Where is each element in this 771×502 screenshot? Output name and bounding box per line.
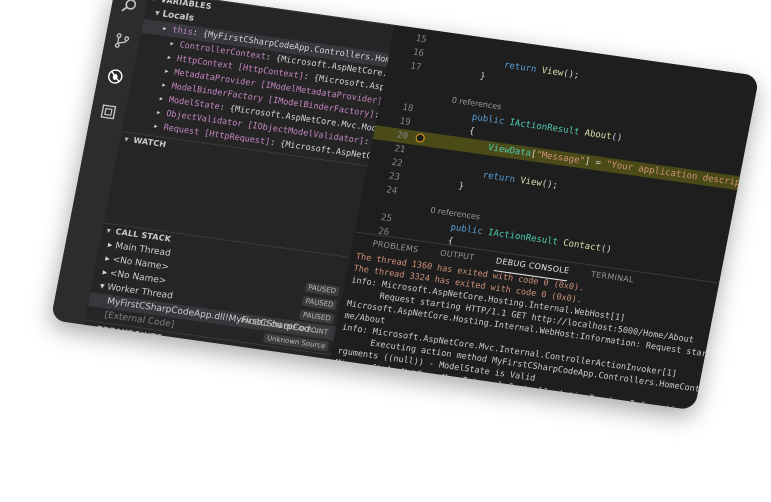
breakpoint-gutter[interactable]	[403, 195, 413, 196]
checkbox[interactable]	[88, 337, 99, 348]
breakpoint-gutter[interactable]	[416, 126, 426, 127]
breakpoint-gutter[interactable]	[429, 57, 439, 58]
breakpoint-gutter[interactable]	[405, 181, 415, 182]
breakpoint-gutter[interactable]	[427, 71, 437, 72]
breakpoint-gutter[interactable]	[419, 112, 429, 113]
breakpoint-gutter[interactable]	[400, 208, 410, 209]
breakpoint-gutter[interactable]	[424, 85, 434, 86]
line-number	[384, 79, 424, 85]
breakpoint-gutter[interactable]	[397, 222, 407, 223]
breakpoint-gutter[interactable]	[408, 167, 418, 168]
breakpoint-label: All Exceptions	[100, 339, 166, 358]
variable-name: this	[171, 25, 194, 38]
breakpoint-gutter[interactable]	[432, 43, 442, 44]
breakpoint-gutter[interactable]	[421, 98, 431, 99]
breakpoint-gutter[interactable]	[411, 153, 421, 154]
vscode-window: ▾VARIABLES ▾ Locals ▸ this: {MyFirstCSha…	[50, 0, 760, 411]
watch-header-label: WATCH	[132, 135, 168, 150]
line-number	[382, 93, 422, 99]
line-number	[360, 203, 400, 209]
